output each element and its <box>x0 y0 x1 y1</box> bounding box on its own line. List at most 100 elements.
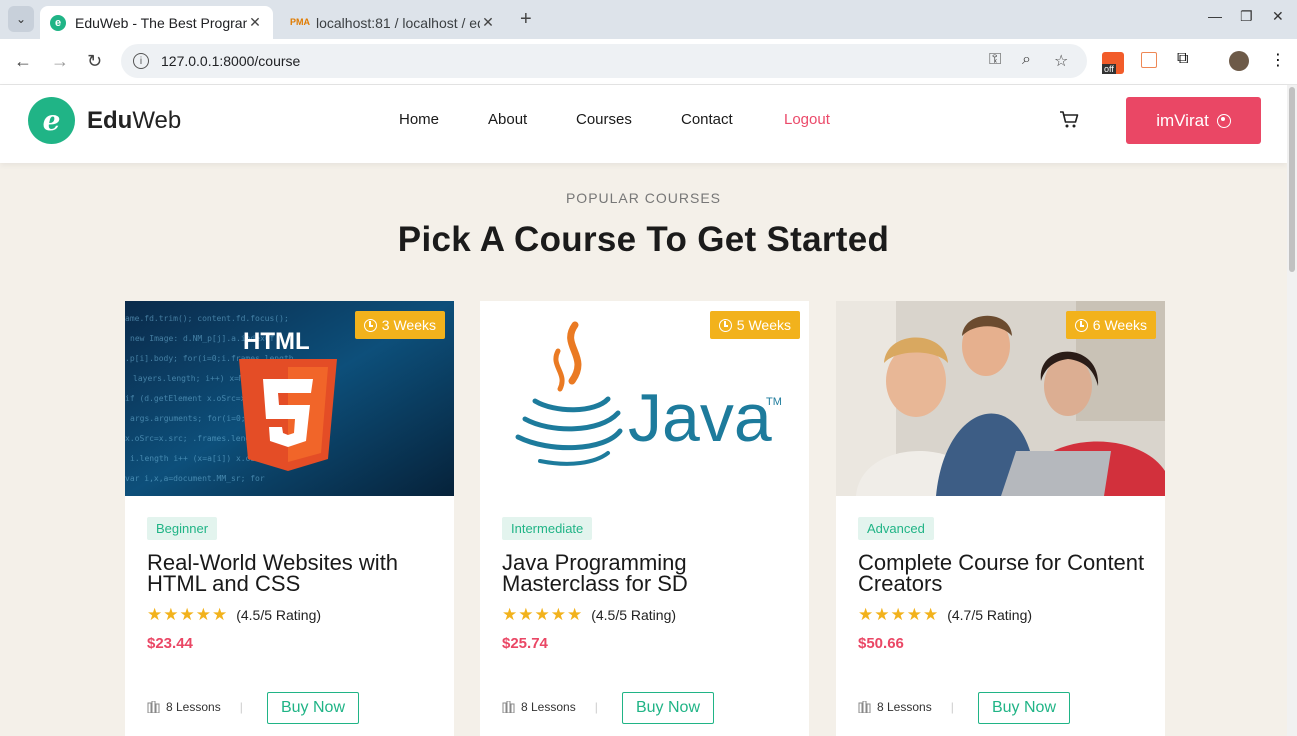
tab-eduweb[interactable]: e EduWeb - The Best Programming ✕ <box>40 6 273 39</box>
level-badge: Intermediate <box>502 517 593 540</box>
course-image-students[interactable]: 6 Weeks <box>836 301 1165 496</box>
tab-title: localhost:81 / localhost / edu <box>316 14 480 31</box>
logo-text[interactable]: EduWeb <box>87 107 181 135</box>
buy-now-button[interactable]: Buy Now <box>622 692 714 724</box>
close-tab-icon[interactable]: ✕ <box>480 14 496 31</box>
section-heading: Pick A Course To Get Started <box>397 220 890 259</box>
new-tab-icon[interactable]: + <box>520 8 532 31</box>
extension-badge: off <box>1102 64 1116 74</box>
address-bar[interactable]: i 127.0.0.1:8000/course ⚿ ⌕ ☆ <box>121 44 1087 78</box>
library-icon <box>858 701 871 713</box>
zoom-icon[interactable]: ⌕ <box>1022 51 1031 69</box>
svg-text:ame.fd.trim(); content.fd.focu: ame.fd.trim(); content.fd.focus(); <box>125 314 289 323</box>
lessons-text: 8 Lessons <box>877 700 932 714</box>
url-text[interactable]: 127.0.0.1:8000/course <box>161 53 300 69</box>
duration-badge: 6 Weeks <box>1065 311 1156 339</box>
rating-stars-icon: ★★★★★ <box>502 605 584 624</box>
course-price: $23.44 <box>147 635 193 652</box>
menu-kebab-icon[interactable]: ⋮ <box>1270 50 1286 70</box>
minimize-icon[interactable]: — <box>1208 8 1222 24</box>
course-rating: ★★★★★ (4.5/5 Rating) <box>147 605 321 625</box>
divider: | <box>239 700 243 714</box>
browser-toolbar: ← → ↻ i 127.0.0.1:8000/course ⚿ ⌕ ☆ off … <box>0 39 1297 85</box>
phpmyadmin-favicon-icon: PMA <box>290 16 310 27</box>
course-card[interactable]: 6 Weeks Advanced Complete Course for Con… <box>836 301 1165 736</box>
nav-logout[interactable]: Logout <box>784 111 830 128</box>
course-rating: ★★★★★ (4.7/5 Rating) <box>858 605 1032 625</box>
course-rating: ★★★★★ (4.5/5 Rating) <box>502 605 676 625</box>
bookmark-star-icon[interactable]: ☆ <box>1054 51 1068 71</box>
close-tab-icon[interactable]: ✕ <box>247 14 263 31</box>
site-header: e EduWeb Home About Courses Contact Logo… <box>0 85 1287 163</box>
clock-icon <box>1074 318 1088 332</box>
lessons-text: 8 Lessons <box>166 700 221 714</box>
restore-icon[interactable]: ❐ <box>1240 8 1253 25</box>
buy-now-button[interactable]: Buy Now <box>978 692 1070 724</box>
window-close-icon[interactable]: ✕ <box>1272 8 1284 25</box>
nav-courses[interactable]: Courses <box>576 111 632 128</box>
clock-icon <box>363 318 377 332</box>
password-key-icon[interactable]: ⚿ <box>989 51 1001 69</box>
lessons-count: 8 Lessons | <box>858 700 954 714</box>
extensions-puzzle-icon[interactable]: ⧉ <box>1177 50 1188 68</box>
svg-text:Java: Java <box>628 380 772 456</box>
reload-icon[interactable]: ↻ <box>87 51 102 72</box>
course-title[interactable]: Java Programming Masterclass for SD <box>502 552 792 595</box>
library-icon <box>147 701 160 713</box>
svg-text:var i,x,a=document.MM_sr; for: var i,x,a=document.MM_sr; for <box>125 474 265 483</box>
scrollbar-thumb[interactable] <box>1289 87 1295 272</box>
course-price: $50.66 <box>858 635 904 652</box>
lessons-count: 8 Lessons | <box>147 700 243 714</box>
user-circle-icon <box>1216 113 1231 128</box>
rating-stars-icon: ★★★★★ <box>858 605 940 624</box>
cart-icon[interactable] <box>1059 110 1079 135</box>
browser-tab-bar: ⌄ e EduWeb - The Best Programming ✕ PMA … <box>0 0 1297 39</box>
back-icon[interactable]: ← <box>14 51 32 72</box>
course-image-html5[interactable]: ame.fd.trim(); content.fd.focus(); new I… <box>125 301 454 496</box>
course-title[interactable]: Real-World Websites with HTML and CSS <box>147 552 437 595</box>
profile-avatar[interactable] <box>1229 51 1249 71</box>
course-card[interactable]: Java TM 5 Weeks Intermediate Java Progra… <box>480 301 809 736</box>
logo-bold: Edu <box>87 107 133 134</box>
level-badge: Advanced <box>858 517 934 540</box>
lessons-text: 8 Lessons <box>521 700 576 714</box>
logo-rest: Web <box>132 107 182 134</box>
duration-badge: 5 Weeks <box>709 311 800 339</box>
duration-text: 6 Weeks <box>1092 317 1147 333</box>
eduweb-favicon-icon: e <box>50 14 66 31</box>
library-icon <box>502 701 515 713</box>
tab-title: EduWeb - The Best Programming <box>75 14 247 31</box>
svg-text:i.length i++ (x=a[i]) x.oSrc: i.length i++ (x=a[i]) x.oSrc <box>130 454 265 463</box>
calendar-extension-icon[interactable] <box>1141 52 1157 68</box>
nav-home[interactable]: Home <box>399 111 439 128</box>
extension-off-icon[interactable]: off <box>1102 52 1124 74</box>
duration-badge: 3 Weeks <box>354 311 445 339</box>
tab-phpmyadmin[interactable]: PMA localhost:81 / localhost / edu ✕ <box>280 6 506 39</box>
course-price: $25.74 <box>502 635 548 652</box>
page-scrollbar[interactable] <box>1287 85 1297 736</box>
lessons-count: 8 Lessons | <box>502 700 598 714</box>
level-badge: Beginner <box>147 517 218 540</box>
rating-text: (4.5/5 Rating) <box>591 607 677 623</box>
rating-text: (4.5/5 Rating) <box>236 607 322 623</box>
course-image-java[interactable]: Java TM 5 Weeks <box>480 301 809 496</box>
forward-icon[interactable]: → <box>51 51 69 72</box>
course-card[interactable]: ame.fd.trim(); content.fd.focus(); new I… <box>125 301 454 736</box>
duration-text: 3 Weeks <box>381 317 436 333</box>
site-info-icon[interactable]: i <box>133 53 149 69</box>
divider: | <box>594 700 598 714</box>
nav-contact[interactable]: Contact <box>681 111 733 128</box>
svg-text:HTML: HTML <box>243 328 310 355</box>
eduweb-logo-icon[interactable]: e <box>28 97 75 144</box>
rating-text: (4.7/5 Rating) <box>947 607 1033 623</box>
divider: | <box>950 700 954 714</box>
clock-icon <box>718 318 732 332</box>
user-name: imVirat <box>1156 110 1209 130</box>
user-account-button[interactable]: imVirat <box>1126 97 1261 144</box>
buy-now-button[interactable]: Buy Now <box>267 692 359 724</box>
rating-stars-icon: ★★★★★ <box>147 605 229 624</box>
nav-about[interactable]: About <box>488 111 527 128</box>
course-title[interactable]: Complete Course for Content Creators <box>858 552 1148 595</box>
section-eyebrow: POPULAR COURSES <box>565 190 722 206</box>
tab-search-button[interactable]: ⌄ <box>8 6 34 32</box>
